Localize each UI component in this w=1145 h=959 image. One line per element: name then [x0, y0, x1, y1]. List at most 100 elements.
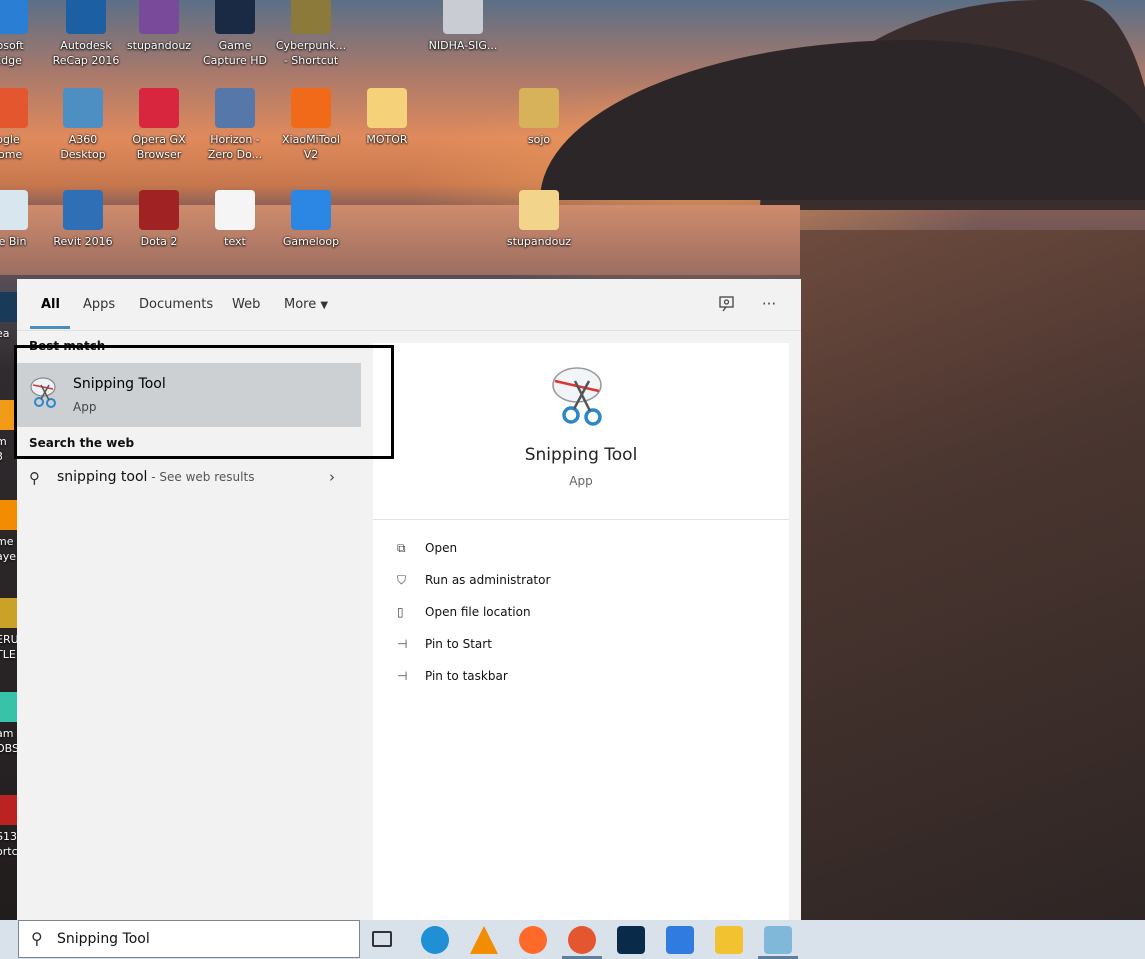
chevron-right-icon[interactable]: › — [329, 468, 335, 486]
desktop-shortcut[interactable]: cle Bin — [0, 190, 46, 249]
cyberpunk-icon — [291, 0, 331, 34]
wps-icon[interactable] — [666, 926, 694, 954]
taskbar: ⚲ Snipping Tool — [0, 920, 1145, 959]
sojo-folder-icon — [519, 88, 559, 128]
start-search-panel: All Apps Documents Web More ▼ ··· Best m… — [17, 279, 801, 920]
desktop-shortcut[interactable]: Dota 2 — [121, 190, 197, 249]
desktop-shortcut-partial[interactable]: m 3 — [0, 400, 18, 464]
desktop-shortcut[interactable]: Cyberpunk... - Shortcut — [273, 0, 349, 68]
desktop-shortcut[interactable]: XiaoMiTool V2 — [273, 88, 349, 162]
best-match-title: Snipping Tool — [73, 376, 166, 392]
desktop-shortcut-partial[interactable]: ea — [0, 292, 18, 341]
action-open[interactable]: ⧉ Open — [397, 541, 457, 561]
desktop-shortcut-label: A360 Desktop — [60, 133, 106, 161]
gameloop-icon — [291, 190, 331, 230]
desktop-shortcut-label: Revit 2016 — [53, 235, 113, 248]
desktop-shortcut[interactable]: Horizon - Zero Do... — [197, 88, 273, 162]
feedback-icon[interactable] — [718, 295, 736, 313]
snipping-tool-icon — [29, 375, 61, 411]
a360-icon — [63, 88, 103, 128]
desktop-shortcut[interactable]: text — [197, 190, 273, 249]
desktop-shortcut-partial[interactable]: am OBS — [0, 692, 18, 756]
desktop-shortcut-label: Opera GX Browser — [132, 133, 186, 161]
detail-divider — [373, 519, 789, 520]
desktop-shortcut-label: Cyberpunk... - Shortcut — [275, 39, 347, 67]
taskbar-search-text: Snipping Tool — [57, 931, 150, 947]
desktop-shortcut[interactable]: Opera GX Browser — [121, 88, 197, 162]
wallpaper-cliff-village — [800, 230, 1145, 920]
result-detail-pane: Snipping Tool App ⧉ Open ⛉ Run as administ… — [373, 343, 789, 920]
desktop-shortcut[interactable]: Game Capture HD — [197, 0, 273, 68]
desktop-shortcut-partial[interactable]: ERU TLE — [0, 598, 18, 662]
desktop-shortcut[interactable]: NIDHA-SIG... — [425, 0, 501, 53]
action-run-as-administrator[interactable]: ⛉ Run as administrator — [397, 573, 550, 593]
desktop-shortcut-partial[interactable]: me aye — [0, 500, 18, 564]
desktop-shortcut-label: ea — [0, 327, 10, 340]
edge-icon[interactable] — [421, 926, 449, 954]
desktop-shortcut[interactable]: MOTOR — [349, 88, 425, 147]
tab-web[interactable]: Web — [232, 297, 260, 312]
chevron-down-icon: ▼ — [320, 300, 329, 311]
chrome-icon[interactable] — [568, 926, 596, 954]
web-result-query: snipping tool — [57, 469, 148, 485]
web-result-row[interactable]: ⚲ snipping tool - See web results › — [17, 467, 361, 491]
detail-subtitle: App — [569, 474, 593, 488]
desktop-shortcut-label: Game Capture HD — [203, 39, 267, 67]
photoshop-icon[interactable] — [617, 926, 645, 954]
desktop-shortcut[interactable]: stupandouz — [121, 0, 197, 53]
snipping-tool-icon[interactable] — [764, 926, 792, 954]
desktop-shortcut-label: sojo — [527, 133, 551, 146]
desktop-shortcut-label: am OBS — [0, 727, 18, 755]
snipping-tool-large-icon — [549, 363, 613, 427]
app-icon — [0, 400, 18, 430]
desktop-shortcut[interactable]: rosoft Edge — [0, 0, 46, 68]
desktop-shortcut-label: Autodesk ReCap 2016 — [52, 39, 120, 67]
desktop-shortcut[interactable]: sojo — [501, 88, 577, 147]
best-match-result[interactable]: Snipping Tool App — [17, 363, 361, 427]
desktop-shortcut-label: XiaoMiTool V2 — [282, 133, 340, 161]
desktop-shortcut-label: NIDHA-SIG... — [428, 39, 498, 52]
desktop-shortcut-label: cle Bin — [0, 235, 27, 248]
desktop-shortcut[interactable]: ogle rome — [0, 88, 46, 162]
taskbar-search-box[interactable]: ⚲ Snipping Tool — [18, 920, 360, 958]
desktop-shortcut[interactable]: stupandouz — [501, 190, 577, 249]
desktop-shortcut[interactable]: Gameloop — [273, 190, 349, 249]
nidha-signature-icon — [443, 0, 483, 34]
search-icon: ⚲ — [29, 469, 40, 487]
desktop-shortcut-label: Dota 2 — [140, 235, 178, 248]
text-file-icon — [215, 190, 255, 230]
task-view-icon[interactable] — [372, 931, 392, 947]
action-pin-to-taskbar[interactable]: ⊣ Pin to taskbar — [397, 669, 508, 689]
action-open-file-location[interactable]: ▯ Open file location — [397, 605, 531, 625]
dota2-icon — [139, 190, 179, 230]
desktop-shortcut-label: S13 ortc — [0, 830, 18, 858]
desktop-shortcut[interactable]: Revit 2016 — [45, 190, 121, 249]
tab-all[interactable]: All — [41, 297, 60, 312]
pin-icon: ⊣ — [397, 637, 408, 651]
more-options-icon[interactable]: ··· — [760, 295, 778, 313]
wallpaper-mountain — [540, 40, 1145, 200]
search-web-header: Search the web — [29, 436, 135, 450]
desktop-shortcut-label: MOTOR — [366, 133, 408, 146]
firefox-icon[interactable] — [519, 926, 547, 954]
edge-icon — [0, 0, 28, 34]
vlc-icon[interactable] — [470, 926, 498, 954]
desktop-shortcut-partial[interactable]: S13 ortc — [0, 795, 18, 859]
app-icon — [0, 692, 18, 722]
detail-title: Snipping Tool — [524, 445, 638, 465]
winrar-icon — [139, 0, 179, 34]
results-list: Best match Snipping Tool App Search the … — [17, 331, 361, 920]
shield-icon: ⛉ — [397, 573, 407, 587]
desktop-shortcut[interactable]: A360 Desktop — [45, 88, 121, 162]
tab-documents[interactable]: Documents — [139, 297, 213, 312]
action-open-label: Open — [425, 541, 458, 555]
file-explorer-icon[interactable] — [715, 926, 743, 954]
desktop-shortcut[interactable]: Autodesk ReCap 2016 — [48, 0, 124, 68]
tab-more[interactable]: More ▼ — [284, 297, 328, 312]
action-pin-to-start[interactable]: ⊣ Pin to Start — [397, 637, 492, 657]
game-capture-icon — [215, 0, 255, 34]
action-open-file-location-label: Open file location — [425, 605, 531, 619]
tab-apps[interactable]: Apps — [83, 297, 115, 312]
desktop-shortcut-label: ogle rome — [0, 133, 23, 161]
search-icon: ⚲ — [31, 929, 43, 948]
